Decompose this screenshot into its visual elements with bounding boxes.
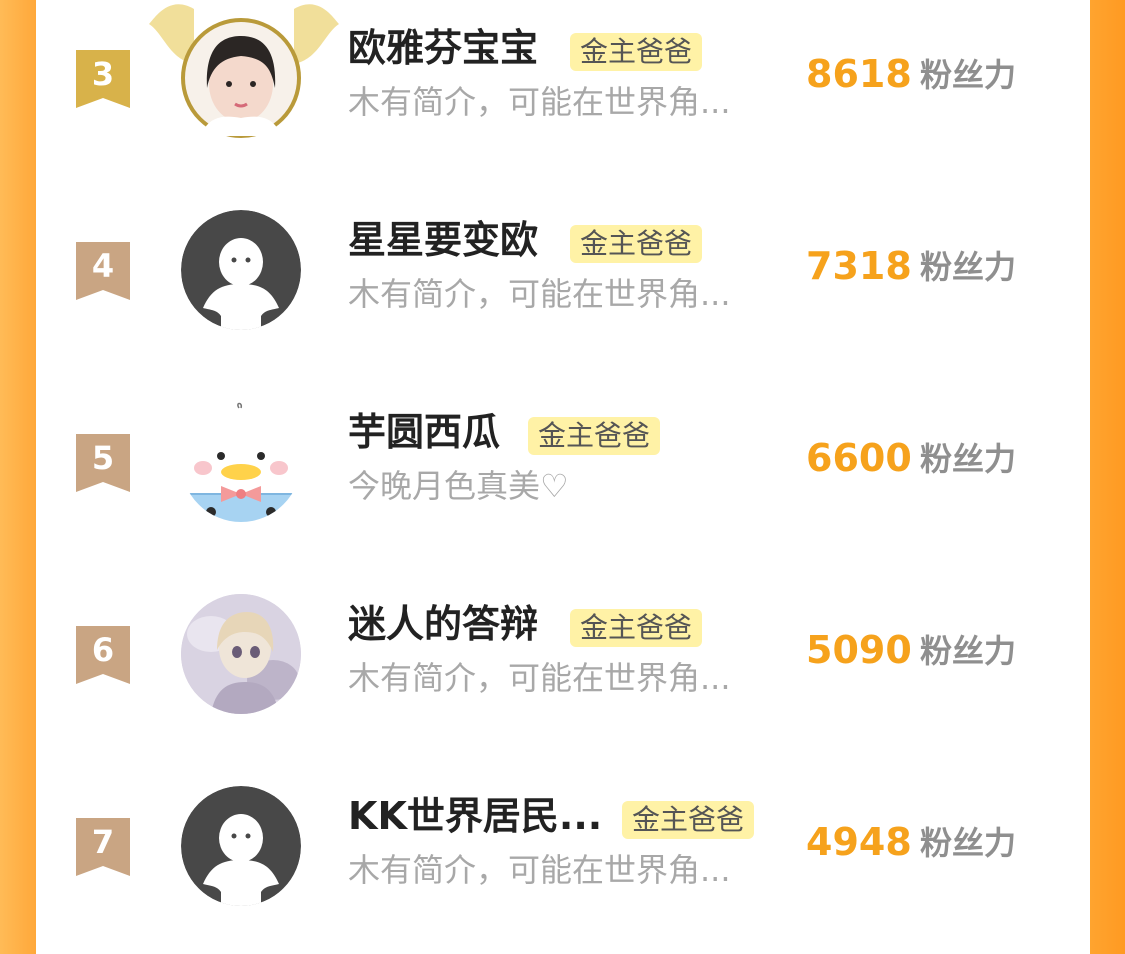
rank-badge: 5: [76, 434, 130, 492]
rank-number: 5: [91, 439, 115, 477]
list-item[interactable]: 5 芋圆西瓜 金主爸爸 今晚月色真美♡ 6600 粉丝力: [36, 378, 1090, 570]
photo-girl-avatar[interactable]: [181, 18, 301, 138]
list-item[interactable]: 4 星星要变欧 金主爸爸 木有简介，可能在世界角... 7318 粉丝力: [36, 186, 1090, 378]
rank-badge: 3: [76, 50, 130, 108]
fan-score: 8618: [806, 52, 912, 96]
status-badge: 金主爸爸: [570, 609, 703, 647]
user-name[interactable]: KK世界居民...: [348, 792, 602, 840]
status-badge: 金主爸爸: [528, 417, 661, 455]
rank-number: 3: [91, 55, 115, 93]
user-bio: 今晚月色真美♡: [348, 467, 569, 505]
list-item[interactable]: 7 KK世界居民... 金主爸爸 木有简介，可能在世界角... 4948 粉丝力: [36, 762, 1090, 954]
fan-score-unit: 粉丝力: [920, 632, 1017, 670]
user-name[interactable]: 迷人的答辩: [348, 600, 538, 648]
user-bio: 木有简介，可能在世界角...: [348, 659, 731, 697]
rank-badge: 7: [76, 818, 130, 876]
user-bio: 木有简介，可能在世界角...: [348, 275, 731, 313]
status-badge: 金主爸爸: [622, 801, 755, 839]
anime-doll-avatar[interactable]: [181, 594, 301, 714]
default-penguin-avatar[interactable]: [181, 786, 301, 906]
fan-score-unit: 粉丝力: [920, 248, 1017, 286]
status-badge: 金主爸爸: [570, 33, 703, 71]
default-penguin-avatar[interactable]: [181, 210, 301, 330]
list-item[interactable]: 3 欧雅芬宝宝 金主爸爸 木有简介，可能在世界角... 8618 粉丝力: [36, 0, 1090, 186]
fan-score: 5090: [806, 628, 912, 672]
cartoon-duck-avatar[interactable]: [181, 402, 301, 522]
leaderboard-panel: 3 欧雅芬宝宝 金主爸爸 木有简介，可能在世界角... 8618 粉丝力 4 星…: [36, 0, 1090, 906]
fan-score: 4948: [806, 820, 912, 864]
fan-score-unit: 粉丝力: [920, 56, 1017, 94]
fan-score: 7318: [806, 244, 912, 288]
fan-score-unit: 粉丝力: [920, 824, 1017, 862]
status-badge: 金主爸爸: [570, 225, 703, 263]
rank-badge: 6: [76, 626, 130, 684]
fan-score: 6600: [806, 436, 912, 480]
user-name[interactable]: 星星要变欧: [348, 216, 538, 264]
list-item[interactable]: 6 迷人的答辩 金主爸爸 木有简介，可能在世界角... 5090 粉丝力: [36, 570, 1090, 762]
user-bio: 木有简介，可能在世界角...: [348, 83, 731, 121]
fan-score-unit: 粉丝力: [920, 440, 1017, 478]
rank-number: 7: [91, 823, 115, 861]
user-bio: 木有简介，可能在世界角...: [348, 851, 731, 889]
rank-badge: 4: [76, 242, 130, 300]
rank-number: 4: [91, 247, 115, 285]
user-name[interactable]: 欧雅芬宝宝: [348, 24, 538, 72]
user-name[interactable]: 芋圆西瓜: [348, 408, 500, 456]
rank-number: 6: [91, 631, 115, 669]
